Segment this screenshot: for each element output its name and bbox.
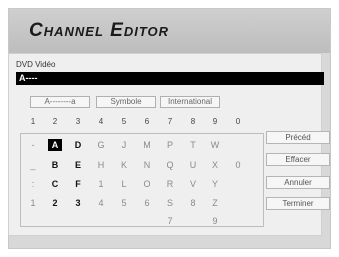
character-key[interactable]: G [94, 139, 108, 151]
character-key[interactable]: 1 [94, 178, 108, 190]
character-key[interactable]: 7 [163, 215, 177, 227]
number-key[interactable]: 5 [117, 117, 131, 126]
character-key[interactable]: 5 [117, 197, 131, 209]
finish-button[interactable]: Terminer [266, 197, 330, 210]
character-key[interactable]: B [48, 159, 62, 171]
character-key[interactable]: J [117, 139, 131, 151]
character-key[interactable]: N [140, 159, 154, 171]
field-label: DVD Vidéo [16, 60, 56, 69]
character-key[interactable]: - [26, 139, 40, 151]
character-key[interactable]: L [117, 178, 131, 190]
character-key[interactable]: E [71, 159, 85, 171]
number-key[interactable]: 8 [186, 117, 200, 126]
character-key[interactable]: Q [163, 159, 177, 171]
name-input-field[interactable]: A---- [16, 72, 324, 85]
character-key[interactable]: P [163, 139, 177, 151]
character-key[interactable]: S [163, 197, 177, 209]
clear-button[interactable]: Effacer [266, 153, 330, 166]
character-key[interactable]: 2 [48, 197, 62, 209]
number-key[interactable]: 0 [231, 117, 245, 126]
character-key[interactable]: A [48, 139, 62, 151]
page-title: Channel Editor [29, 20, 170, 41]
character-key[interactable]: D [71, 139, 85, 151]
character-key[interactable]: V [186, 178, 200, 190]
character-key[interactable]: 6 [140, 197, 154, 209]
character-key[interactable]: C [48, 178, 62, 190]
character-key[interactable]: : [26, 178, 40, 190]
character-key[interactable]: 8 [186, 197, 200, 209]
character-key[interactable]: T [186, 139, 200, 151]
cancel-button[interactable]: Annuler [266, 176, 330, 189]
character-key[interactable]: 3 [71, 197, 85, 209]
number-key[interactable]: 7 [163, 117, 177, 126]
number-key[interactable]: 9 [208, 117, 222, 126]
character-key[interactable]: Y [208, 178, 222, 190]
header-bar: Channel Editor [9, 9, 330, 53]
character-key[interactable]: W [208, 139, 222, 151]
character-key[interactable]: 1 [26, 197, 40, 209]
previous-button[interactable]: Précéd [266, 131, 330, 144]
character-key[interactable]: 4 [94, 197, 108, 209]
character-key[interactable]: _ [26, 159, 40, 171]
character-key[interactable]: O [140, 178, 154, 190]
number-key[interactable]: 6 [140, 117, 154, 126]
character-key[interactable]: 0 [231, 159, 245, 171]
character-key[interactable]: R [163, 178, 177, 190]
mode-alpha-button[interactable]: A--------a [30, 96, 90, 108]
mode-symbol-button[interactable]: Symbole [96, 96, 156, 108]
character-key[interactable]: H [94, 159, 108, 171]
character-key[interactable]: 9 [208, 215, 222, 227]
number-key[interactable]: 4 [94, 117, 108, 126]
mode-international-button[interactable]: International [160, 96, 220, 108]
character-key[interactable]: X [208, 159, 222, 171]
character-key[interactable]: M [140, 139, 154, 151]
character-key[interactable]: Z [208, 197, 222, 209]
character-key[interactable]: K [117, 159, 131, 171]
number-key[interactable]: 2 [48, 117, 62, 126]
number-key[interactable]: 3 [71, 117, 85, 126]
number-key[interactable]: 1 [26, 117, 40, 126]
character-key[interactable]: U [186, 159, 200, 171]
character-key[interactable]: F [71, 178, 85, 190]
